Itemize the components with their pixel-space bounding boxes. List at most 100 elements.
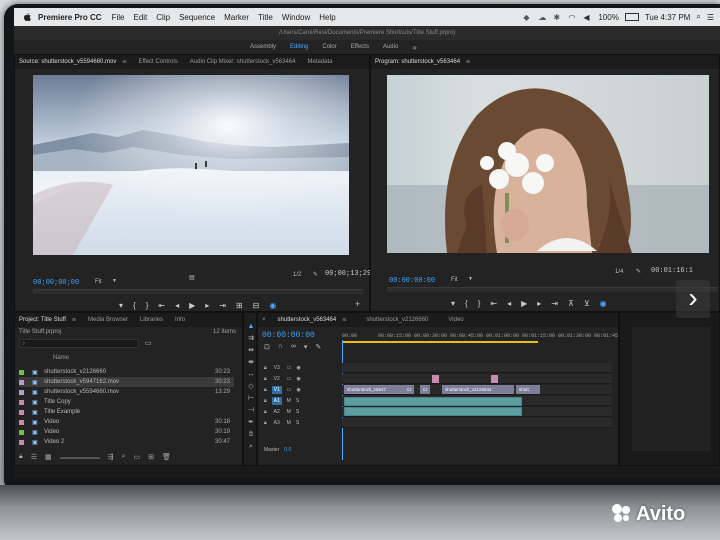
- pen-tool-icon[interactable]: ✒︎: [247, 419, 255, 427]
- export-frame-icon[interactable]: ◉: [600, 299, 607, 308]
- track-target[interactable]: A1: [271, 397, 282, 405]
- eye-icon[interactable]: ◉: [296, 376, 300, 382]
- track-target[interactable]: V2: [272, 375, 282, 383]
- panel-menu-icon[interactable]: ≡: [122, 59, 126, 66]
- rate-stretch-tool-icon[interactable]: ↔: [247, 371, 255, 379]
- go-to-in-icon[interactable]: ⇤: [490, 299, 497, 308]
- clock[interactable]: Tue 4:37 PM: [645, 13, 691, 22]
- wifi-icon[interactable]: ◠: [568, 13, 577, 22]
- tab-source[interactable]: Source: shutterstock_v5594660.mov: [19, 59, 116, 65]
- track-target[interactable]: V1: [271, 386, 282, 394]
- clip-marker[interactable]: [432, 375, 439, 383]
- menu-marker[interactable]: Marker: [224, 13, 249, 22]
- source-timecode[interactable]: 00;00;00;00: [33, 279, 79, 287]
- insert-icon[interactable]: ⊞: [236, 301, 243, 310]
- lock-icon[interactable]: 🔒︎: [264, 398, 267, 404]
- search-icon[interactable]: ⌕: [696, 12, 700, 22]
- play-icon[interactable]: ▶: [189, 301, 195, 310]
- mark-in-icon[interactable]: {: [465, 299, 468, 308]
- dropbox-icon[interactable]: ◆: [523, 13, 532, 22]
- mark-out-icon[interactable]: }: [478, 299, 481, 308]
- program-timecode[interactable]: 00:00:00:00: [389, 277, 435, 285]
- go-to-in-icon[interactable]: ⇤: [158, 301, 165, 310]
- label-color-swatch[interactable]: [19, 409, 24, 415]
- track-lane[interactable]: [342, 363, 612, 373]
- solo-icon[interactable]: S: [296, 420, 299, 426]
- menu-sequence[interactable]: Sequence: [179, 13, 215, 22]
- ripple-edit-tool-icon[interactable]: ⇹: [247, 347, 255, 355]
- lock-icon[interactable]: 🔒︎: [264, 409, 267, 415]
- menu-file[interactable]: File: [112, 13, 125, 22]
- nest-icon[interactable]: ⊡: [264, 343, 270, 351]
- tab-libraries[interactable]: Libraries: [140, 317, 163, 323]
- workspace-effects[interactable]: Effects: [351, 44, 369, 50]
- tab-sequence-2[interactable]: shutterstock_v2126660: [366, 317, 428, 323]
- play-icon[interactable]: ▶: [521, 299, 527, 308]
- app-menu[interactable]: Premiere Pro CC: [38, 13, 102, 22]
- menu-clip[interactable]: Clip: [156, 13, 170, 22]
- list-item[interactable]: ▣ Title Copy: [19, 397, 234, 407]
- clip-marker[interactable]: [491, 375, 498, 383]
- chevron-down-icon[interactable]: ▼: [112, 278, 117, 284]
- work-area-bar[interactable]: [342, 341, 538, 343]
- timeline-timecode[interactable]: 00:00:00:00: [262, 331, 315, 340]
- toggle-output-icon[interactable]: ▭: [287, 387, 292, 393]
- workspace-audio[interactable]: Audio: [383, 44, 398, 50]
- list-item[interactable]: ▣ Video 2 30:47: [19, 437, 234, 447]
- zoom-tool-icon[interactable]: ⌕: [247, 443, 255, 451]
- lift-icon[interactable]: ⊼: [568, 299, 574, 308]
- new-bin-icon[interactable]: ▭: [145, 339, 152, 347]
- toggle-output-icon[interactable]: ▭: [287, 376, 292, 382]
- new-item-icon[interactable]: ⊞: [148, 453, 154, 461]
- label-color-swatch[interactable]: [19, 389, 24, 395]
- label-color-swatch[interactable]: [19, 379, 24, 385]
- lock-icon[interactable]: 🔒︎: [264, 420, 267, 426]
- settings-icon[interactable]: ✎: [315, 343, 321, 351]
- step-forward-icon[interactable]: ▸: [205, 301, 209, 310]
- mute-icon[interactable]: M: [287, 409, 291, 415]
- step-back-icon[interactable]: ◂: [507, 299, 511, 308]
- list-item[interactable]: ▣ shutterstock_v2126660 30:23: [19, 367, 234, 377]
- razor-tool-icon[interactable]: ◇: [247, 383, 255, 391]
- master-volume[interactable]: 0.0: [284, 447, 291, 453]
- project-search-input[interactable]: ⌕: [19, 339, 139, 348]
- notification-center-icon[interactable]: ☰: [707, 13, 714, 22]
- lock-icon[interactable]: 🔒︎: [19, 453, 23, 461]
- list-item[interactable]: ▣ shutterstock_v5594660.mov 13:29: [19, 387, 234, 397]
- mark-in-icon[interactable]: {: [133, 301, 136, 310]
- zoom-slider[interactable]: [59, 457, 100, 459]
- track-lane[interactable]: [342, 374, 612, 384]
- battery-icon[interactable]: [624, 13, 639, 21]
- video-clip[interactable]: Cr: [420, 385, 430, 394]
- tab-program[interactable]: Program: shutterstock_v563464: [375, 59, 460, 65]
- more-workspaces-icon[interactable]: »: [412, 43, 416, 52]
- track-select-tool-icon[interactable]: ⇉: [247, 335, 255, 343]
- bluetooth-icon[interactable]: ✱: [553, 13, 562, 22]
- list-item[interactable]: ▣ shutterstock_v5947162.mov 30:23: [19, 377, 234, 387]
- lock-icon[interactable]: 🔒︎: [264, 365, 267, 371]
- tab-metadata[interactable]: Metadata: [307, 59, 332, 65]
- tab-sequence-3[interactable]: Video: [448, 317, 463, 323]
- add-marker-icon[interactable]: ▾: [451, 299, 455, 308]
- lock-icon[interactable]: 🔒︎: [264, 376, 267, 382]
- go-to-out-icon[interactable]: ⇥: [219, 301, 226, 310]
- add-marker-icon[interactable]: ▾: [304, 343, 308, 351]
- track-target[interactable]: A2: [272, 408, 282, 416]
- go-to-out-icon[interactable]: ⇥: [551, 299, 558, 308]
- tab-info[interactable]: Info: [175, 317, 185, 323]
- label-color-swatch[interactable]: [19, 369, 24, 375]
- video-clip[interactable]: shutt: [516, 385, 540, 394]
- list-item[interactable]: ▣ Video 30:19: [19, 427, 234, 437]
- label-color-swatch[interactable]: [19, 439, 24, 445]
- tab-sequence-1[interactable]: shutterstock_v563464: [278, 317, 337, 323]
- step-back-icon[interactable]: ◂: [175, 301, 179, 310]
- label-color-swatch[interactable]: [19, 399, 24, 405]
- eye-icon[interactable]: ◉: [296, 365, 300, 371]
- label-color-swatch[interactable]: [19, 429, 24, 435]
- apple-icon[interactable]: [22, 12, 32, 22]
- source-scale-select[interactable]: 1/2: [293, 272, 301, 278]
- mute-icon[interactable]: M: [287, 420, 291, 426]
- video-clip[interactable]: Cr: [404, 385, 414, 394]
- chevron-down-icon[interactable]: ▼: [468, 276, 473, 282]
- label-color-swatch[interactable]: [19, 419, 24, 425]
